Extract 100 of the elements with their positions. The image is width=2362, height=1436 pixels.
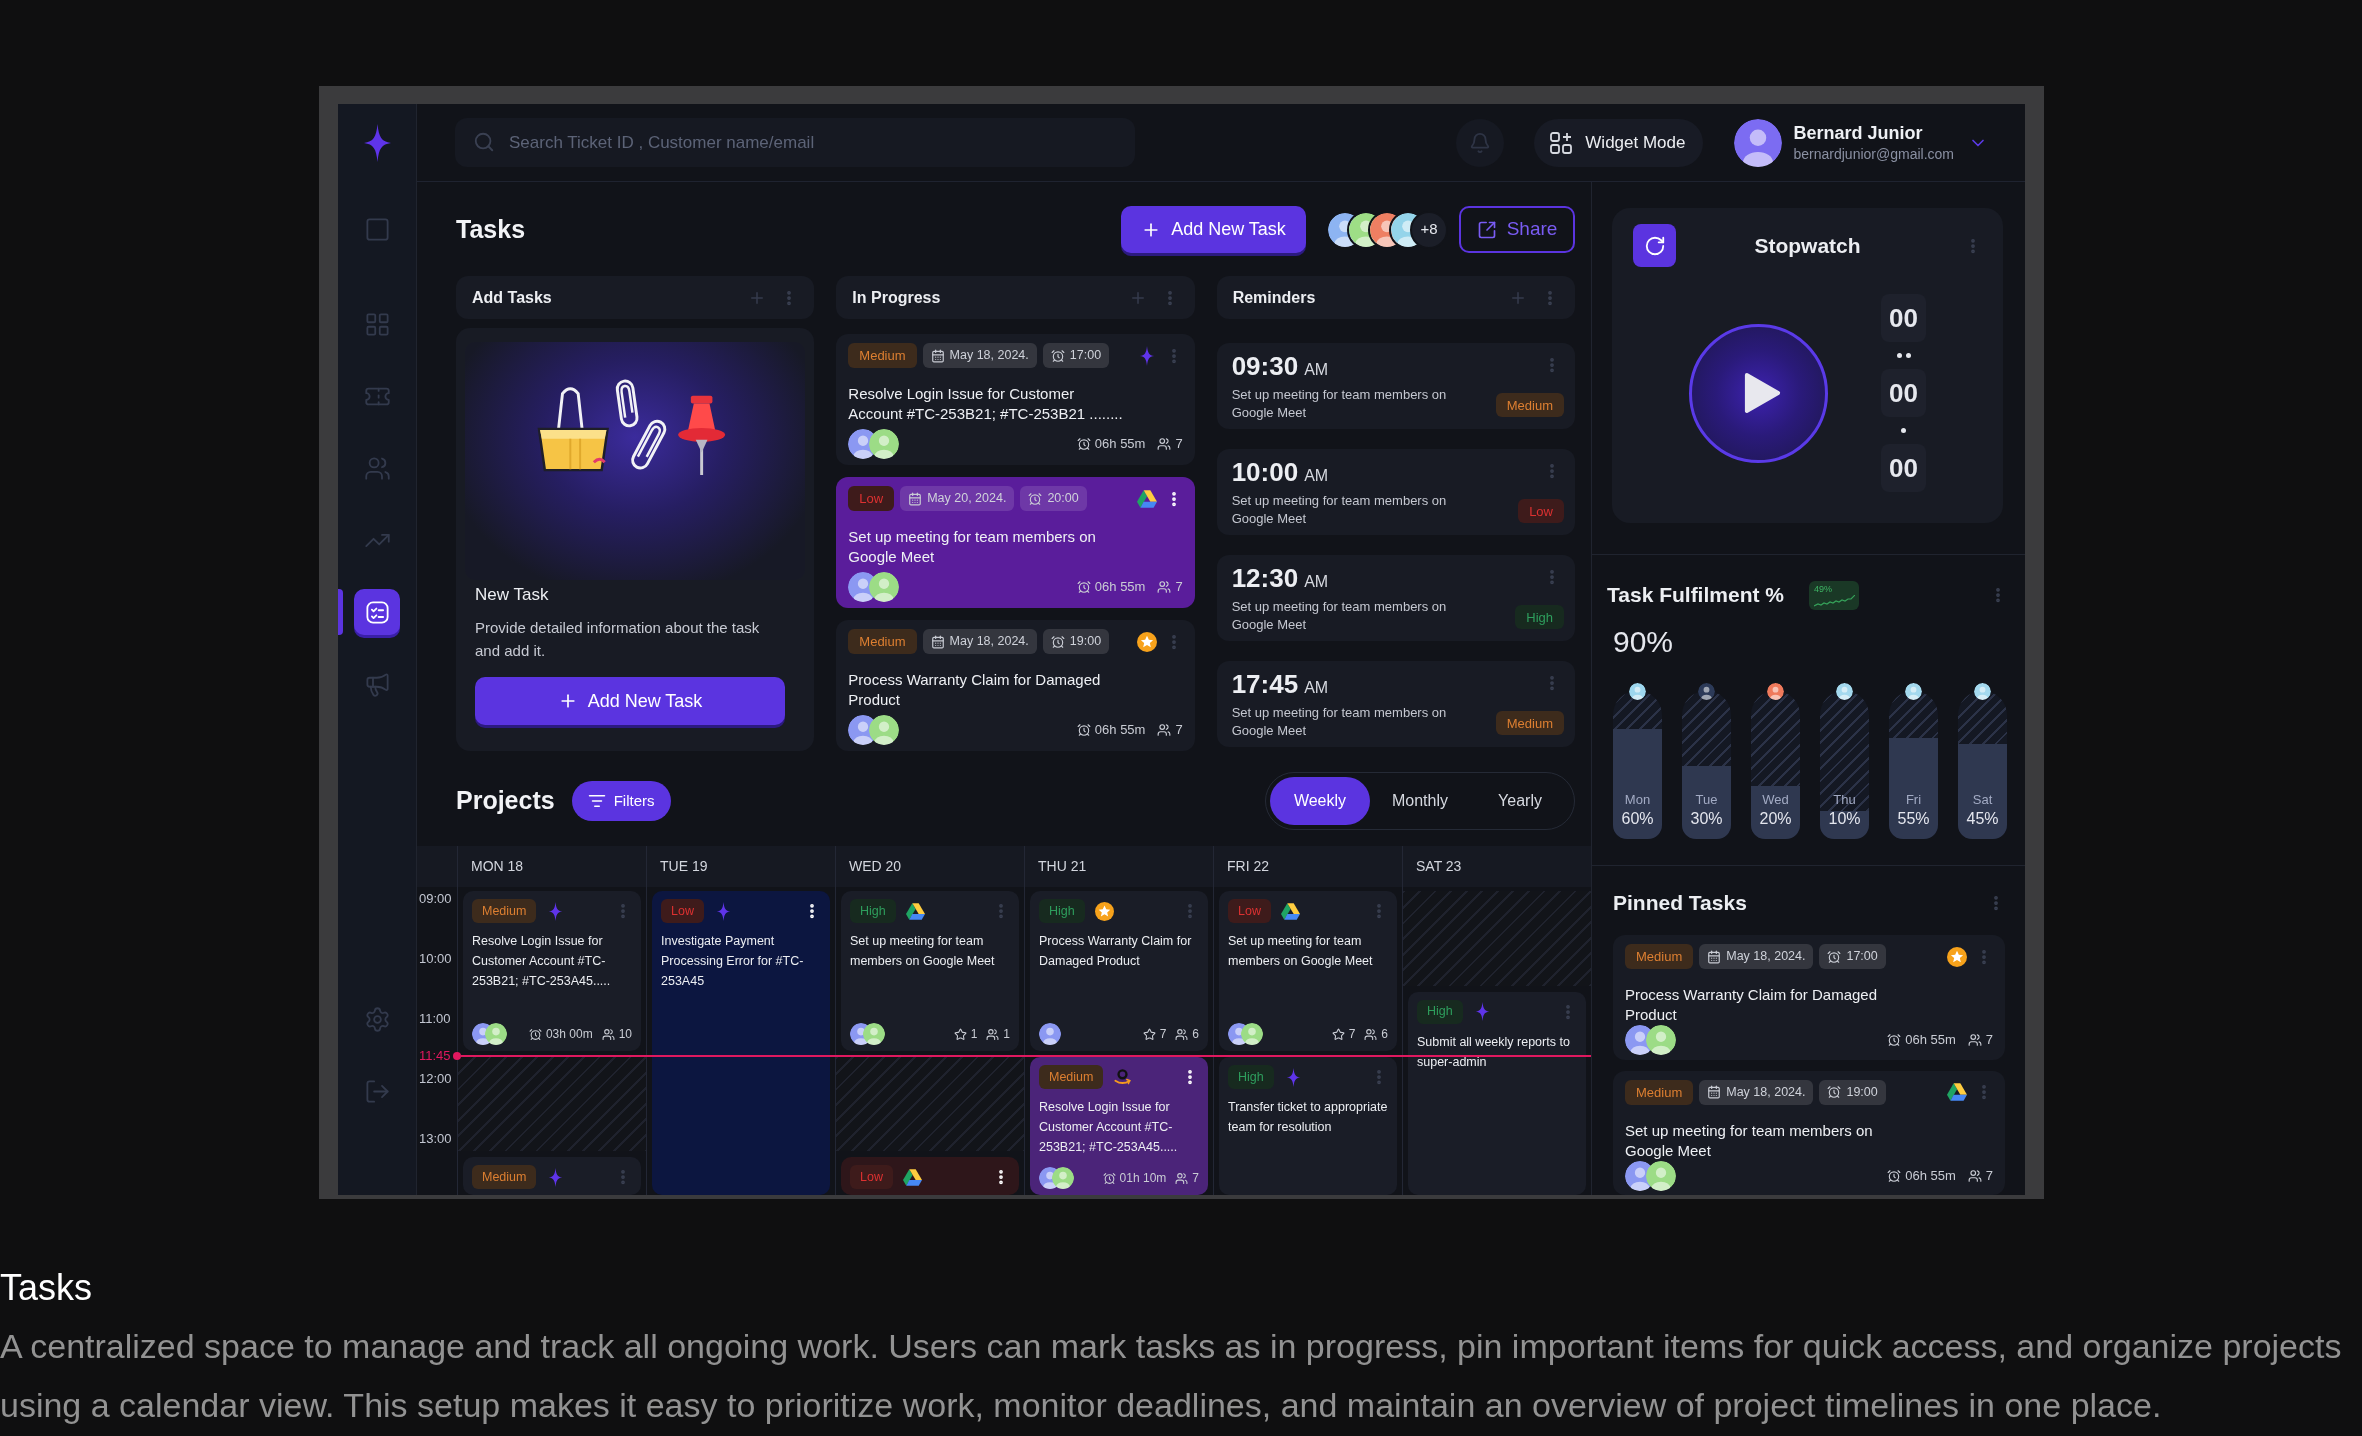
day-label: Wed	[1761, 792, 1790, 807]
date-text: May 18, 2024.	[949, 349, 1029, 362]
section-title: Pinned Tasks	[1613, 890, 1747, 917]
event-card[interactable]: Low Investigate Payment Processing Error for #TC-253A45	[652, 891, 830, 1195]
alarm-clock-icon	[1076, 437, 1091, 451]
period-tab[interactable]: Weekly	[1270, 777, 1370, 825]
event-card[interactable]: Medium	[463, 1157, 641, 1195]
event-card[interactable]: High Transfer ticket to appropriate team for resolution	[1219, 1057, 1397, 1195]
nav-button[interactable]	[354, 589, 400, 635]
play-icon	[1742, 372, 1781, 414]
task-card[interactable]: Medium May 18, 2024. 19:00 Set up meeting for team members on Google Meet 06h 55m 7	[1613, 1070, 2005, 1195]
percent-value: 30%	[1689, 809, 1724, 828]
event-card[interactable]: Medium Resolve Login Issue for Customer Account #TC-253B21; #TC-253A45..... 01h 10m 7	[1030, 1057, 1208, 1195]
logout-icon[interactable]	[363, 1078, 391, 1105]
star-outline-icon	[1331, 1027, 1345, 1041]
add-task-button[interactable]: Add New Task	[475, 677, 785, 725]
alarm-clock-icon	[1028, 491, 1043, 506]
priority-tag: Medium	[1495, 393, 1564, 417]
filters-button[interactable]: Filters	[571, 781, 671, 821]
rating-count: 7	[1348, 1026, 1356, 1043]
priority-tag: High	[1417, 999, 1463, 1024]
task-card[interactable]: Medium May 18, 2024. 17:00 Process Warranty Claim for Damaged Product 06h 55m 7	[1613, 935, 2005, 1060]
people-icon	[1175, 1171, 1189, 1185]
widget-mode-button[interactable]: Widget Mode	[1534, 118, 1704, 167]
priority-tag: Medium	[1039, 1065, 1104, 1089]
alarm-clock-icon	[1887, 1033, 1902, 1047]
meridiem-text: AM	[1304, 360, 1329, 380]
reminder-card[interactable]: 17:45 AM Set up meeting for team members on Google Meet Medium	[1216, 661, 1575, 747]
time-label: 09:00	[418, 891, 453, 906]
reminder-time: 12:30	[1231, 563, 1299, 593]
member-count: 6	[1381, 1026, 1388, 1043]
search-field[interactable]: Search Ticket ID , Customer name/email	[455, 118, 1135, 167]
priority-tag: Medium	[1625, 1079, 1694, 1105]
people-icon	[1157, 723, 1172, 737]
people-icon	[1175, 1027, 1189, 1041]
event-title: Set up meeting for team members on Google Meet	[1228, 933, 1374, 970]
event-title: Transfer ticket to appropriate team for resolution	[1228, 1099, 1388, 1136]
rating-count: 1	[970, 1026, 978, 1043]
day-label: FRI 22	[1227, 857, 1269, 876]
reminder-card[interactable]: 09:30 AM Set up meeting for team members on Google Meet Medium	[1216, 343, 1575, 429]
member-count: 7	[1192, 1170, 1199, 1187]
period-tab[interactable]: Monthly	[1370, 777, 1470, 825]
settings-icon[interactable]	[363, 1006, 391, 1033]
square-icon	[363, 215, 391, 243]
alarm-clock-icon	[1076, 580, 1091, 594]
date-text: May 20, 2024.	[927, 492, 1007, 505]
task-card[interactable]: Medium May 18, 2024. 17:00 Resolve Login Issue for Customer Account #TC-253B21; #TC-253B21 ........ 06h 55m 7	[836, 334, 1195, 465]
day-label: Sat	[1971, 792, 1994, 807]
timer-digits: 00	[1881, 294, 1926, 342]
event-card[interactable]: Low Set up meeting for team members on Google Meet 7 6	[1219, 891, 1397, 1051]
caption-text: A centralized space to manage and track all ongoing work. Users can mark tasks as in progress, pin important items for quick access, and organize projects using a calendar view. This setup makes it easy to prioritize work, monitor deadlines, and maintain an overview of project timelines in one place.	[0, 1326, 2343, 1426]
total-percent: 90%	[1612, 625, 1675, 659]
reminder-text: Set up meeting for team members on Google Meet	[1231, 704, 1447, 740]
logo-icon	[363, 124, 391, 162]
event-title: Set up meeting for team members on Google Meet	[850, 933, 996, 970]
reset-button[interactable]	[1633, 224, 1676, 267]
time-text: 19:00	[1846, 1085, 1878, 1099]
smile-arrow-icon	[1113, 1067, 1133, 1087]
member-count: 1	[1003, 1026, 1010, 1043]
reminder-card[interactable]: 12:30 AM Set up meeting for team members on Google Meet High	[1216, 555, 1575, 641]
trend-value: 49%	[1814, 583, 1832, 594]
period-tab[interactable]: Yearly	[1470, 777, 1570, 825]
duration-text: 06h 55m	[1094, 721, 1146, 740]
event-card[interactable]: High Set up meeting for team members on Google Meet 1 1	[841, 891, 1019, 1051]
calendar-icon	[930, 634, 945, 649]
more-members: +8	[1410, 210, 1448, 249]
people-icon	[1157, 580, 1172, 594]
duration-text: 06h 55m	[1905, 1031, 1956, 1050]
reminder-text: Set up meeting for team members on Google Meet	[1231, 492, 1447, 528]
alarm-clock-icon	[1076, 723, 1091, 737]
checklist-icon	[363, 598, 391, 626]
event-card[interactable]: Medium Resolve Login Issue for Customer Account #TC-253B21; #TC-253A45..... 03h 00m 10	[463, 891, 641, 1051]
duration-text: 06h 55m	[1094, 578, 1146, 597]
member-count: 7	[1985, 1166, 1993, 1185]
priority-tag: Medium	[848, 629, 917, 654]
people-icon	[986, 1027, 1000, 1041]
member-count: 6	[1192, 1026, 1199, 1043]
alarm-clock-icon	[1827, 1085, 1842, 1099]
card-title: New Task	[475, 585, 549, 605]
day-label: THU 21	[1038, 857, 1087, 876]
task-card[interactable]: Low May 20, 2024. 20:00 Set up meeting for team members on Google Meet 06h 55m 7	[836, 477, 1195, 608]
star-outline-icon	[1142, 1027, 1156, 1041]
percent-value: 60%	[1620, 809, 1655, 828]
current-time-label: 11:45	[419, 1048, 451, 1063]
task-title: Process Warranty Claim for Damaged Product	[1625, 985, 1879, 1025]
time-label: 13:00	[418, 1131, 453, 1146]
add-task-button[interactable]: Add New Task	[1121, 206, 1306, 253]
task-card[interactable]: Medium May 18, 2024. 19:00 Process Warranty Claim for Damaged Product 06h 55m 7	[836, 620, 1195, 751]
duration-text: 03h 00m	[545, 1026, 593, 1043]
refresh-icon	[1643, 234, 1666, 257]
share-button[interactable]: Share	[1459, 206, 1575, 253]
calendar-icon	[1707, 949, 1722, 964]
event-card[interactable]: High Submit all weekly reports to super-admin	[1408, 991, 1586, 1195]
grid-icon	[363, 310, 391, 338]
duration-text: 06h 55m	[1094, 435, 1146, 454]
reminder-card[interactable]: 10:00 AM Set up meeting for team members on Google Meet Low	[1216, 449, 1575, 535]
task-title: Set up meeting for team members on Google Meet	[1625, 1120, 1874, 1161]
priority-tag: Low	[1518, 499, 1564, 523]
timer-digits: 00	[1881, 444, 1926, 492]
event-card[interactable]: High Process Warranty Claim for Damaged Product 7 6	[1030, 891, 1208, 1051]
